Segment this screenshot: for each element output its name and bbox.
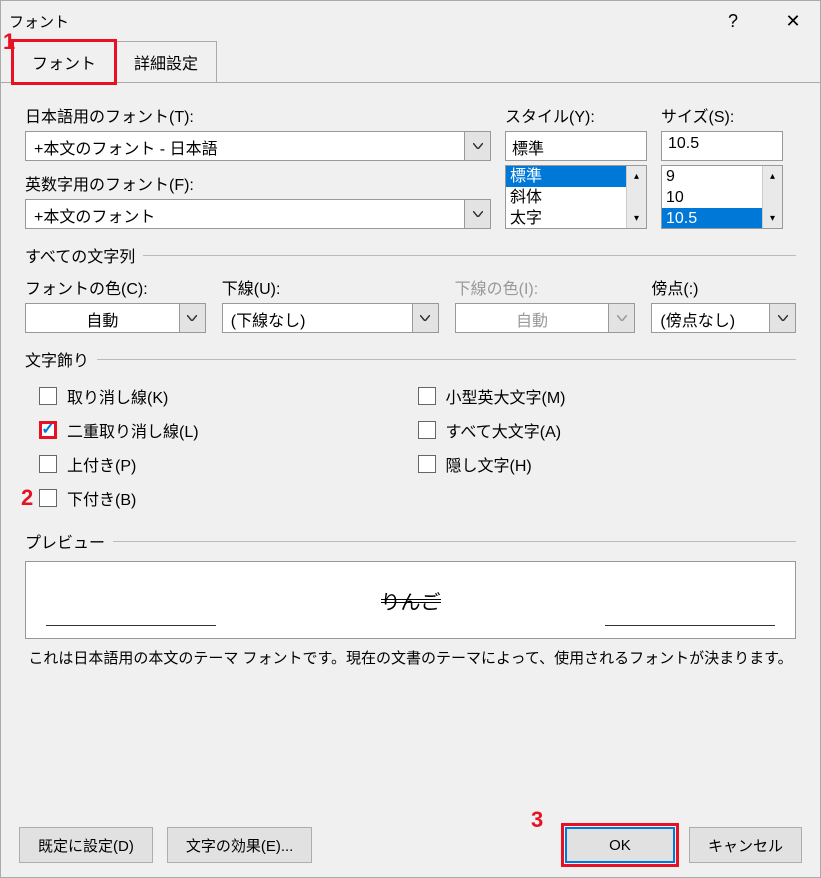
- list-item[interactable]: 太字: [506, 208, 626, 228]
- checkbox-label: 下付き(B): [67, 486, 136, 510]
- font-color-label: フォントの色(C):: [25, 275, 206, 299]
- chevron-down-icon[interactable]: [412, 304, 438, 332]
- tab-advanced[interactable]: 詳細設定: [115, 41, 217, 83]
- style-listbox[interactable]: 標準 斜体 太字 ▴ ▾: [505, 165, 647, 229]
- checkbox-icon: [39, 387, 57, 405]
- checkbox-label: 二重取り消し線(L): [67, 418, 199, 442]
- checkbox-icon: [418, 387, 436, 405]
- checkbox-label: 小型英大文字(M): [446, 384, 566, 408]
- checkbox-double-strikethrough[interactable]: 二重取り消し線(L): [39, 413, 418, 447]
- annotation-2: 2: [21, 485, 33, 511]
- list-item[interactable]: 9: [662, 166, 762, 187]
- scrollbar[interactable]: ▴ ▾: [762, 166, 782, 228]
- underline-color-value: 自動: [456, 304, 609, 332]
- emphasis-dropdown[interactable]: (傍点なし): [651, 303, 796, 333]
- scrollbar[interactable]: ▴ ▾: [626, 166, 646, 228]
- titlebar: フォント ? ✕: [1, 1, 820, 41]
- checkbox-subscript[interactable]: 下付き(B): [39, 481, 418, 515]
- font-color-dropdown[interactable]: 自動: [25, 303, 206, 333]
- checkbox-label: 隠し文字(H): [446, 452, 532, 476]
- set-default-button[interactable]: 既定に設定(D): [19, 827, 153, 863]
- underline-color-dropdown: 自動: [455, 303, 636, 333]
- dialog-content: 日本語用のフォント(T): +本文のフォント - 日本語 英数字用のフォント(F…: [1, 82, 820, 678]
- annotation-1: 1: [3, 29, 15, 55]
- chevron-down-icon[interactable]: [464, 132, 490, 160]
- all-chars-heading: すべての文字列: [25, 243, 796, 267]
- checkbox-superscript[interactable]: 上付き(P): [39, 447, 418, 481]
- underline-color-label: 下線の色(I):: [455, 275, 636, 299]
- checkbox-icon: [418, 421, 436, 439]
- list-item[interactable]: 10: [662, 187, 762, 208]
- font-dialog: 1 2 3 フォント ? ✕ フォント 詳細設定 日本語用のフォント(T): +…: [0, 0, 821, 878]
- scroll-down-icon[interactable]: ▾: [627, 208, 646, 228]
- checkbox-strikethrough[interactable]: 取り消し線(K): [39, 379, 418, 413]
- jp-font-combo[interactable]: +本文のフォント - 日本語: [25, 131, 491, 161]
- checkbox-label: 取り消し線(K): [67, 384, 168, 408]
- checkbox-icon: [39, 455, 57, 473]
- checkbox-icon: [39, 489, 57, 507]
- cancel-button[interactable]: キャンセル: [689, 827, 802, 863]
- scroll-down-icon[interactable]: ▾: [763, 208, 782, 228]
- underline-label: 下線(U):: [222, 275, 439, 299]
- annotation-3: 3: [531, 807, 543, 833]
- list-item[interactable]: 10.5: [662, 208, 762, 228]
- jp-font-value: +本文のフォント - 日本語: [26, 132, 464, 160]
- underline-value: (下線なし): [223, 304, 412, 332]
- help-button[interactable]: ?: [718, 11, 748, 32]
- preview-description: これは日本語用の本文のテーマ フォントです。現在の文書のテーマによって、使用され…: [25, 647, 796, 668]
- font-color-value: 自動: [26, 304, 179, 332]
- en-font-value: +本文のフォント: [26, 200, 464, 228]
- preview-box: りんご: [25, 561, 796, 639]
- checkbox-all-caps[interactable]: すべて大文字(A): [418, 413, 797, 447]
- dialog-footer: 既定に設定(D) 文字の効果(E)... OK キャンセル: [19, 827, 802, 863]
- tab-font[interactable]: フォント: [13, 41, 115, 83]
- effects-heading: 文字飾り: [25, 347, 796, 371]
- jp-font-label: 日本語用のフォント(T):: [25, 103, 491, 127]
- scroll-up-icon[interactable]: ▴: [763, 166, 782, 186]
- emphasis-label: 傍点(:): [651, 275, 796, 299]
- checkbox-icon: [418, 455, 436, 473]
- chevron-down-icon[interactable]: [769, 304, 795, 332]
- checkbox-label: 上付き(P): [67, 452, 136, 476]
- chevron-down-icon[interactable]: [464, 200, 490, 228]
- tab-font-label: フォント: [32, 56, 96, 73]
- size-input[interactable]: 10.5: [661, 131, 783, 161]
- dialog-title: フォント: [9, 11, 69, 32]
- list-item[interactable]: 斜体: [506, 187, 626, 208]
- size-listbox[interactable]: 9 10 10.5 ▴ ▾: [661, 165, 783, 229]
- checkbox-label: すべて大文字(A): [446, 418, 562, 442]
- checkbox-icon: [39, 421, 57, 439]
- scroll-up-icon[interactable]: ▴: [627, 166, 646, 186]
- underline-dropdown[interactable]: (下線なし): [222, 303, 439, 333]
- ok-button[interactable]: OK: [565, 827, 675, 863]
- emphasis-value: (傍点なし): [652, 304, 769, 332]
- style-label: スタイル(Y):: [505, 103, 647, 127]
- size-label: サイズ(S):: [661, 103, 783, 127]
- list-item[interactable]: 標準: [506, 166, 626, 187]
- preview-text: りんご: [381, 586, 441, 615]
- checkbox-small-caps[interactable]: 小型英大文字(M): [418, 379, 797, 413]
- chevron-down-icon[interactable]: [179, 304, 205, 332]
- en-font-label: 英数字用のフォント(F):: [25, 171, 491, 195]
- close-button[interactable]: ✕: [778, 11, 808, 32]
- chevron-down-icon: [608, 304, 634, 332]
- preview-heading: プレビュー: [25, 529, 796, 553]
- text-effects-button[interactable]: 文字の効果(E)...: [167, 827, 313, 863]
- style-input[interactable]: 標準: [505, 131, 647, 161]
- en-font-combo[interactable]: +本文のフォント: [25, 199, 491, 229]
- tab-bar: フォント 詳細設定: [1, 41, 820, 83]
- checkbox-hidden[interactable]: 隠し文字(H): [418, 447, 797, 481]
- tab-advanced-label: 詳細設定: [134, 56, 198, 73]
